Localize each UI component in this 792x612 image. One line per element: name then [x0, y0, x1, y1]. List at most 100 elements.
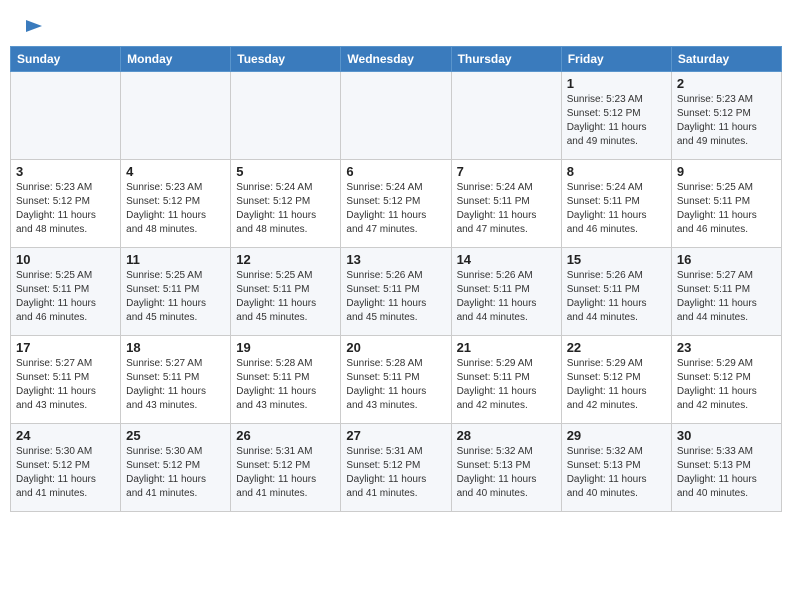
calendar-cell: 28 Sunrise: 5:32 AMSunset: 5:13 PMDayligh… [451, 424, 561, 512]
day-of-week-wednesday: Wednesday [341, 47, 451, 72]
calendar-wrapper: SundayMondayTuesdayWednesdayThursdayFrid… [0, 46, 792, 522]
day-info: Sunrise: 5:24 AMSunset: 5:12 PMDaylight:… [236, 181, 335, 237]
calendar-cell: 24 Sunrise: 5:30 AMSunset: 5:12 PMDayligh… [11, 424, 121, 512]
day-info: Sunrise: 5:25 AMSunset: 5:11 PMDaylight:… [126, 269, 225, 325]
calendar-cell: 2 Sunrise: 5:23 AMSunset: 5:12 PMDaylight… [671, 72, 781, 160]
day-number: 18 [126, 340, 225, 355]
logo-flag-icon [24, 18, 44, 38]
day-info: Sunrise: 5:30 AMSunset: 5:12 PMDaylight:… [16, 445, 115, 501]
calendar-cell [121, 72, 231, 160]
calendar-cell: 17 Sunrise: 5:27 AMSunset: 5:11 PMDayligh… [11, 336, 121, 424]
day-number: 19 [236, 340, 335, 355]
calendar-cell: 5 Sunrise: 5:24 AMSunset: 5:12 PMDaylight… [231, 160, 341, 248]
day-info: Sunrise: 5:25 AMSunset: 5:11 PMDaylight:… [16, 269, 115, 325]
day-info: Sunrise: 5:29 AMSunset: 5:12 PMDaylight:… [677, 357, 776, 413]
day-info: Sunrise: 5:27 AMSunset: 5:11 PMDaylight:… [16, 357, 115, 413]
calendar-week-3: 10 Sunrise: 5:25 AMSunset: 5:11 PMDayligh… [11, 248, 782, 336]
calendar-week-2: 3 Sunrise: 5:23 AMSunset: 5:12 PMDaylight… [11, 160, 782, 248]
calendar-cell: 26Sunrise: 5:31 AMSunset: 5:12 PMDayligh… [231, 424, 341, 512]
calendar-cell [451, 72, 561, 160]
calendar-cell: 12 Sunrise: 5:25 AMSunset: 5:11 PMDayligh… [231, 248, 341, 336]
calendar-cell: 22 Sunrise: 5:29 AMSunset: 5:12 PMDayligh… [561, 336, 671, 424]
day-info: Sunrise: 5:29 AMSunset: 5:11 PMDaylight:… [457, 357, 556, 413]
day-info: Sunrise: 5:23 AMSunset: 5:12 PMDaylight:… [567, 93, 666, 149]
day-number: 5 [236, 164, 335, 179]
day-info: Sunrise: 5:26 AMSunset: 5:11 PMDaylight:… [567, 269, 666, 325]
calendar-cell: 7 Sunrise: 5:24 AMSunset: 5:11 PMDaylight… [451, 160, 561, 248]
calendar-cell: 1 Sunrise: 5:23 AMSunset: 5:12 PMDaylight… [561, 72, 671, 160]
day-of-week-thursday: Thursday [451, 47, 561, 72]
day-number: 7 [457, 164, 556, 179]
calendar-cell: 9 Sunrise: 5:25 AMSunset: 5:11 PMDaylight… [671, 160, 781, 248]
calendar-header: SundayMondayTuesdayWednesdayThursdayFrid… [11, 47, 782, 72]
day-number: 26 [236, 428, 335, 443]
calendar-cell: 16 Sunrise: 5:27 AMSunset: 5:11 PMDayligh… [671, 248, 781, 336]
calendar-cell: 29 Sunrise: 5:32 AMSunset: 5:13 PMDayligh… [561, 424, 671, 512]
day-number: 23 [677, 340, 776, 355]
day-number: 8 [567, 164, 666, 179]
day-info: Sunrise: 5:24 AMSunset: 5:11 PMDaylight:… [457, 181, 556, 237]
calendar-cell: 30Sunrise: 5:33 AMSunset: 5:13 PMDayligh… [671, 424, 781, 512]
calendar-cell [341, 72, 451, 160]
day-number: 3 [16, 164, 115, 179]
day-number: 16 [677, 252, 776, 267]
day-info: Sunrise: 5:30 AMSunset: 5:12 PMDaylight:… [126, 445, 225, 501]
calendar-cell: 3Sunrise: 5:23 AMSunset: 5:12 PMDaylight… [11, 160, 121, 248]
calendar-cell: 14Sunrise: 5:26 AMSunset: 5:11 PMDayligh… [451, 248, 561, 336]
day-number: 28 [457, 428, 556, 443]
day-number: 10 [16, 252, 115, 267]
day-number: 1 [567, 76, 666, 91]
calendar-cell: 13 Sunrise: 5:26 AMSunset: 5:11 PMDayligh… [341, 248, 451, 336]
day-number: 12 [236, 252, 335, 267]
day-number: 2 [677, 76, 776, 91]
logo [20, 18, 44, 38]
calendar-cell: 11 Sunrise: 5:25 AMSunset: 5:11 PMDayligh… [121, 248, 231, 336]
day-number: 24 [16, 428, 115, 443]
day-info: Sunrise: 5:24 AMSunset: 5:12 PMDaylight:… [346, 181, 445, 237]
day-of-week-friday: Friday [561, 47, 671, 72]
day-info: Sunrise: 5:28 AMSunset: 5:11 PMDaylight:… [346, 357, 445, 413]
calendar-cell: 25 Sunrise: 5:30 AMSunset: 5:12 PMDayligh… [121, 424, 231, 512]
calendar-cell: 21 Sunrise: 5:29 AMSunset: 5:11 PMDayligh… [451, 336, 561, 424]
day-number: 11 [126, 252, 225, 267]
day-info: Sunrise: 5:32 AMSunset: 5:13 PMDaylight:… [457, 445, 556, 501]
day-info: Sunrise: 5:23 AMSunset: 5:12 PMDaylight:… [126, 181, 225, 237]
day-info: Sunrise: 5:26 AMSunset: 5:11 PMDaylight:… [346, 269, 445, 325]
day-info: Sunrise: 5:29 AMSunset: 5:12 PMDaylight:… [567, 357, 666, 413]
calendar-cell: 18 Sunrise: 5:27 AMSunset: 5:11 PMDayligh… [121, 336, 231, 424]
day-number: 30 [677, 428, 776, 443]
day-info: Sunrise: 5:23 AMSunset: 5:12 PMDaylight:… [677, 93, 776, 149]
day-info: Sunrise: 5:25 AMSunset: 5:11 PMDaylight:… [236, 269, 335, 325]
day-number: 29 [567, 428, 666, 443]
calendar-cell: 4 Sunrise: 5:23 AMSunset: 5:12 PMDaylight… [121, 160, 231, 248]
day-number: 21 [457, 340, 556, 355]
day-info: Sunrise: 5:31 AMSunset: 5:12 PMDaylight:… [346, 445, 445, 501]
day-number: 22 [567, 340, 666, 355]
day-number: 20 [346, 340, 445, 355]
page: SundayMondayTuesdayWednesdayThursdayFrid… [0, 0, 792, 612]
calendar-cell: 19 Sunrise: 5:28 AMSunset: 5:11 PMDayligh… [231, 336, 341, 424]
day-of-week-tuesday: Tuesday [231, 47, 341, 72]
header [0, 0, 792, 46]
day-info: Sunrise: 5:28 AMSunset: 5:11 PMDaylight:… [236, 357, 335, 413]
day-number: 25 [126, 428, 225, 443]
day-info: Sunrise: 5:27 AMSunset: 5:11 PMDaylight:… [126, 357, 225, 413]
day-number: 4 [126, 164, 225, 179]
day-number: 13 [346, 252, 445, 267]
day-info: Sunrise: 5:24 AMSunset: 5:11 PMDaylight:… [567, 181, 666, 237]
calendar-week-5: 24 Sunrise: 5:30 AMSunset: 5:12 PMDayligh… [11, 424, 782, 512]
day-number: 15 [567, 252, 666, 267]
day-info: Sunrise: 5:27 AMSunset: 5:11 PMDaylight:… [677, 269, 776, 325]
day-info: Sunrise: 5:26 AMSunset: 5:11 PMDaylight:… [457, 269, 556, 325]
calendar-cell: 23 Sunrise: 5:29 AMSunset: 5:12 PMDayligh… [671, 336, 781, 424]
day-info: Sunrise: 5:25 AMSunset: 5:11 PMDaylight:… [677, 181, 776, 237]
calendar-week-1: 1 Sunrise: 5:23 AMSunset: 5:12 PMDaylight… [11, 72, 782, 160]
day-number: 17 [16, 340, 115, 355]
day-info: Sunrise: 5:32 AMSunset: 5:13 PMDaylight:… [567, 445, 666, 501]
calendar-cell: 8 Sunrise: 5:24 AMSunset: 5:11 PMDaylight… [561, 160, 671, 248]
day-number: 6 [346, 164, 445, 179]
day-of-week-saturday: Saturday [671, 47, 781, 72]
calendar-table: SundayMondayTuesdayWednesdayThursdayFrid… [10, 46, 782, 512]
day-of-week-monday: Monday [121, 47, 231, 72]
day-number: 9 [677, 164, 776, 179]
